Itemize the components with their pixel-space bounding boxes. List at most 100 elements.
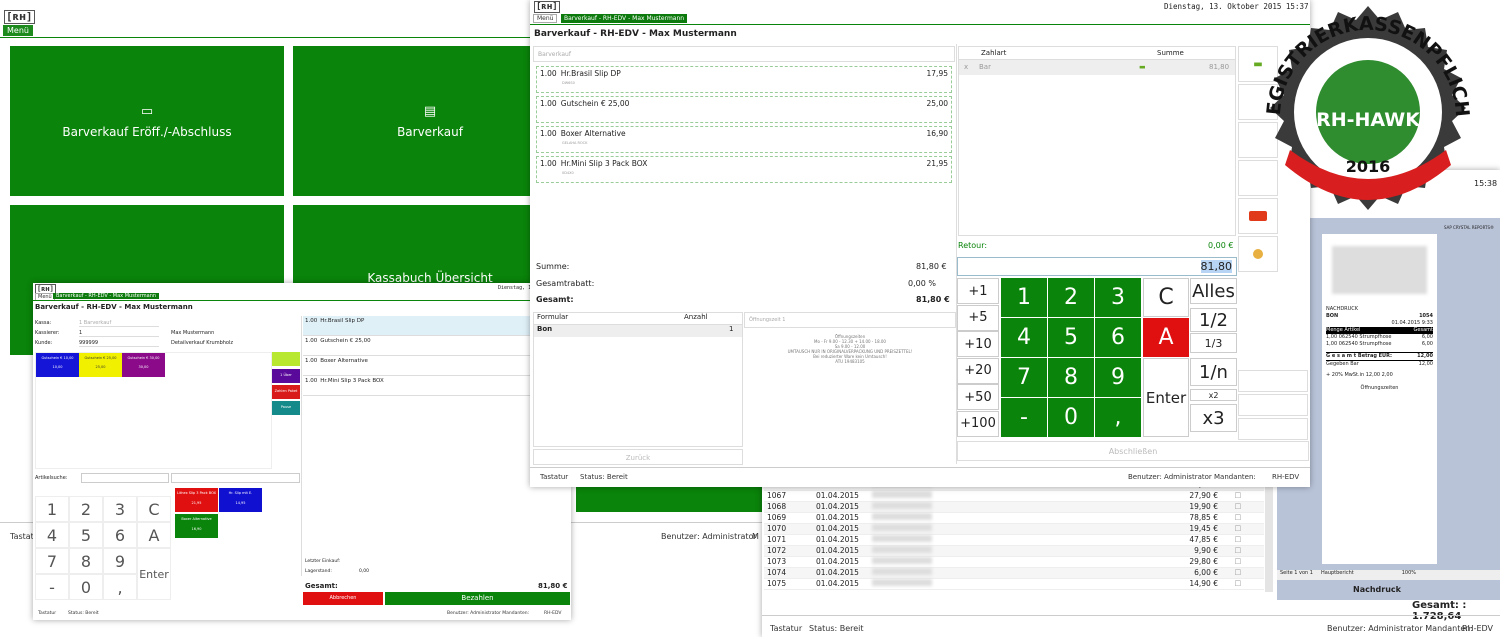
increment-button[interactable]: +1 xyxy=(957,278,999,304)
checkbox[interactable]: ☐ xyxy=(1218,491,1258,501)
key-0[interactable]: 0 xyxy=(1048,398,1094,437)
key-9[interactable]: 9 xyxy=(1095,358,1141,397)
amount-input[interactable]: 81,80 xyxy=(957,257,1237,276)
key-3[interactable]: 3 xyxy=(1095,278,1141,317)
field-input[interactable]: 1 xyxy=(79,330,159,337)
checkbox[interactable]: ☐ xyxy=(1218,535,1258,545)
tastatur-tab[interactable]: Tastatur xyxy=(38,611,56,616)
key-0[interactable]: 0 xyxy=(69,574,103,600)
checkbox[interactable]: ☐ xyxy=(1218,557,1258,567)
key-a[interactable]: A xyxy=(137,522,171,548)
key-4[interactable]: 4 xyxy=(1001,318,1047,357)
quick-2[interactable]: Hr. Slip mit E. 14,95 xyxy=(219,488,262,512)
key-8[interactable]: 8 xyxy=(1048,358,1094,397)
increment-button[interactable]: +10 xyxy=(957,331,999,357)
key-6[interactable]: 6 xyxy=(1095,318,1141,357)
key-7[interactable]: 7 xyxy=(35,548,69,574)
mandant-label[interactable]: RH-EDV xyxy=(544,611,561,616)
table-row[interactable]: 1073 01.04.2015 29,80 € ☐ xyxy=(764,557,1264,568)
quick-3[interactable]: Boxer Alternative 16,90 xyxy=(175,514,218,538)
key-minus[interactable]: - xyxy=(35,574,69,600)
voucher-1[interactable]: Gutschein € 10,00 10,00 xyxy=(36,353,79,377)
side-button-2[interactable]: 1 Über xyxy=(272,369,300,383)
field-input[interactable]: 1 Barverkauf xyxy=(79,320,159,327)
table-row[interactable]: 1067 01.04.2015 27,90 € ☐ xyxy=(764,491,1264,502)
field-dropdown[interactable]: Max Mustermann xyxy=(171,330,214,336)
active-tab[interactable]: Barverkauf - RH-EDV - Max Mustermann xyxy=(53,293,160,299)
field-dropdown[interactable]: Detailverkauf Krumbholz xyxy=(171,340,233,346)
key-7[interactable]: 7 xyxy=(1001,358,1047,397)
artikelsuche-input[interactable] xyxy=(81,473,169,483)
voucher-2[interactable]: Gutschein € 25,00 25,00 xyxy=(79,353,122,377)
abschliessen-button[interactable]: Abschließen xyxy=(957,441,1309,461)
key-9[interactable]: 9 xyxy=(103,548,137,574)
bezahlen-button[interactable]: Bezahlen xyxy=(385,592,570,605)
increment-button[interactable]: +50 xyxy=(957,384,999,410)
pay-btn-grey-1[interactable] xyxy=(1238,370,1308,392)
table-row[interactable]: 1074 01.04.2015 6,00 € ☐ xyxy=(764,568,1264,579)
table-row[interactable]: 1070 01.04.2015 19,45 € ☐ xyxy=(764,524,1264,535)
quick-1[interactable]: Lithex Slip 3 Pack BOX 21,95 xyxy=(175,488,218,512)
key-6[interactable]: 6 xyxy=(103,522,137,548)
increment-button[interactable]: +100 xyxy=(957,410,999,437)
checkbox[interactable]: ☐ xyxy=(1218,546,1258,556)
checkbox[interactable]: ☐ xyxy=(1218,502,1258,512)
side-button-1[interactable] xyxy=(272,352,300,366)
artikelsuche-dropdown[interactable] xyxy=(171,473,300,483)
fraction-button[interactable]: Alles xyxy=(1190,278,1237,304)
key-1[interactable]: 1 xyxy=(1001,278,1047,317)
list-item[interactable]: 1.00 Hr.Mini Slip 3 Pack BOX 0D4X0 21,95 xyxy=(536,156,952,183)
fraction-button[interactable]: x3 xyxy=(1190,404,1237,432)
tile-barverkauf[interactable]: ▤ Barverkauf xyxy=(293,46,567,196)
key-enter[interactable]: Enter xyxy=(1143,358,1189,437)
checkbox[interactable]: ☐ xyxy=(1218,524,1258,534)
table-row[interactable]: 1071 01.04.2015 47,85 € ☐ xyxy=(764,535,1264,546)
menu-button[interactable]: Menü xyxy=(533,14,558,23)
key-clear[interactable]: C xyxy=(1143,278,1189,317)
fraction-button[interactable]: x2 xyxy=(1190,389,1237,401)
side-button-3[interactable]: Zahlen Paket xyxy=(272,385,300,399)
pay-btn-grey-3[interactable] xyxy=(1238,418,1308,440)
table-row[interactable]: 1072 01.04.2015 9,90 € ☐ xyxy=(764,546,1264,557)
key-5[interactable]: 5 xyxy=(69,522,103,548)
tastatur-tab[interactable]: Tastatur xyxy=(770,624,802,633)
mandant-label[interactable]: RH-EDV xyxy=(1272,473,1299,481)
increment-button[interactable]: +20 xyxy=(957,357,999,384)
key-3[interactable]: 3 xyxy=(103,496,137,522)
list-scrollbar[interactable] xyxy=(1265,482,1273,592)
table-row[interactable]: 1069 01.04.2015 78,85 € ☐ xyxy=(764,513,1264,524)
table-row[interactable]: 1068 01.04.2015 19,90 € ☐ xyxy=(764,502,1264,513)
mandant-label[interactable]: RH-EDV xyxy=(1462,624,1493,633)
nachdruck-button[interactable]: Nachdruck xyxy=(1277,582,1477,598)
field-input[interactable]: 999999 xyxy=(79,340,159,347)
key-c[interactable]: C xyxy=(137,496,171,522)
abbrechen-button[interactable]: Abbrechen xyxy=(303,592,383,605)
increment-button[interactable]: +5 xyxy=(957,304,999,331)
key-comma[interactable]: , xyxy=(1095,398,1141,437)
payment-row[interactable]: x Bar ▬ 81,80 xyxy=(959,60,1235,75)
checkbox[interactable]: ☐ xyxy=(1218,513,1258,523)
coin-icon[interactable] xyxy=(1238,236,1278,272)
tile-barverkauf-eroeffnung[interactable]: ▭ Barverkauf Eröff./-Abschluss xyxy=(10,46,284,196)
fraction-button[interactable]: 1/3 xyxy=(1190,333,1237,353)
fraction-button[interactable]: 1/n xyxy=(1190,358,1237,386)
key-comma[interactable]: , xyxy=(103,574,137,600)
key-a[interactable]: A xyxy=(1143,318,1189,357)
key-5[interactable]: 5 xyxy=(1048,318,1094,357)
pay-btn-grey-2[interactable] xyxy=(1238,394,1308,416)
tastatur-tab[interactable]: Tastatur xyxy=(540,473,568,481)
barverkauf-dropdown[interactable]: Barverkauf xyxy=(533,46,955,62)
offnung-dropdown[interactable]: Öffnungszeit 1 xyxy=(744,312,956,328)
zoom-label[interactable]: 100% xyxy=(1402,570,1416,580)
key-2[interactable]: 2 xyxy=(1048,278,1094,317)
fraction-button[interactable]: 1/2 xyxy=(1190,308,1237,332)
key-8[interactable]: 8 xyxy=(69,548,103,574)
key-minus[interactable]: - xyxy=(1001,398,1047,437)
zuruck-button[interactable]: Zurück xyxy=(533,449,743,465)
checkbox[interactable]: ☐ xyxy=(1218,568,1258,578)
tastatur-tab[interactable]: Tastat xyxy=(10,532,34,541)
list-item[interactable]: 1.00 Hr.Brasil Slip DP DW6S0 17,95 xyxy=(536,66,952,93)
key-4[interactable]: 4 xyxy=(35,522,69,548)
active-tab[interactable]: Barverkauf - RH-EDV - Max Mustermann xyxy=(561,14,688,23)
formular-row[interactable]: Bon 1 xyxy=(534,325,742,337)
